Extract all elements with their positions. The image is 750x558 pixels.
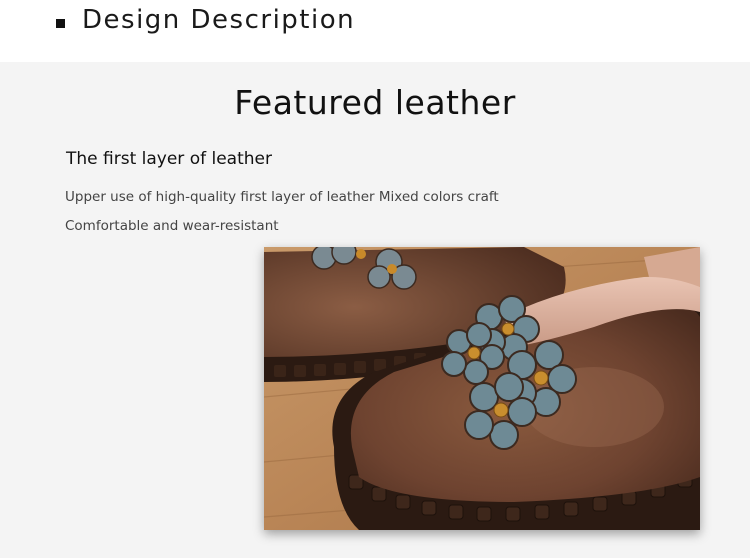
feature-subheading: The first layer of leather (66, 149, 272, 169)
feature-description-line: Comfortable and wear-resistant (65, 218, 279, 234)
feature-description-line: Upper use of high-quality first layer of… (65, 189, 499, 205)
header-bar: Design Description (0, 0, 750, 62)
bullet-square-icon (56, 19, 65, 28)
header-title: Design Description (82, 5, 356, 35)
feature-title: Featured leather (234, 83, 516, 122)
product-photo (264, 247, 700, 530)
